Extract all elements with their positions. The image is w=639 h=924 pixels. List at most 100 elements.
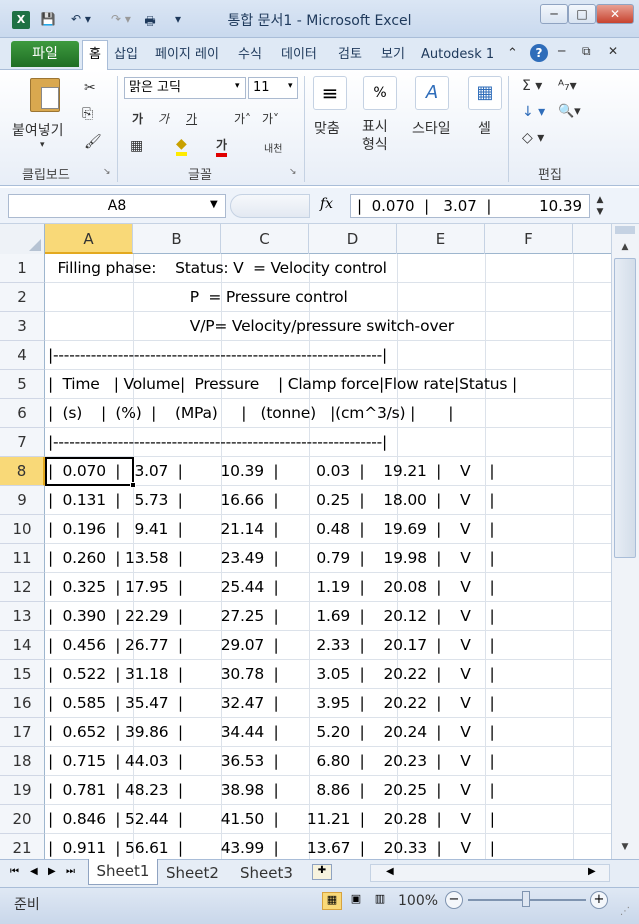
align-icon[interactable]: ≡ <box>313 76 347 110</box>
copy-icon[interactable]: ⎘ <box>82 106 93 122</box>
cell-text[interactable]: | 0.260 | 13.58 | 23.49 | 0.79 | 19.98 |… <box>48 544 495 573</box>
clipboard-launcher-icon[interactable]: ↘ <box>103 167 111 177</box>
tab-view[interactable]: 보기 <box>381 44 405 66</box>
chevron-down-icon[interactable]: ▾ <box>235 81 240 91</box>
font-name-select[interactable]: 맑은 고딕 <box>124 77 246 99</box>
scroll-up-icon[interactable]: ▲ <box>614 238 636 256</box>
row-header[interactable]: 1 <box>0 254 45 283</box>
font-color-icon[interactable]: 가 <box>216 136 228 157</box>
font-launcher-icon[interactable]: ↘ <box>289 167 297 177</box>
split-box[interactable] <box>615 226 635 234</box>
cell-text[interactable]: | Time | Volume| Pressure | Clamp force|… <box>48 370 517 399</box>
zoom-level[interactable]: 100% <box>398 893 438 909</box>
column-header-c[interactable]: C <box>221 224 309 254</box>
close-doc-icon[interactable]: ✕ <box>608 44 618 58</box>
close-button[interactable]: ✕ <box>596 4 634 24</box>
border-icon[interactable]: ▦ <box>130 138 143 154</box>
find-select-icon[interactable]: 🔍▾ <box>558 104 581 119</box>
cell-text[interactable]: | 0.196 | 9.41 | 21.14 | 0.48 | 19.69 | … <box>48 515 495 544</box>
scroll-left-icon[interactable]: ◀ <box>386 866 394 877</box>
column-header-a[interactable]: A <box>45 224 133 254</box>
ribbon-minimize-icon[interactable]: ⌃ <box>507 46 518 61</box>
italic-button[interactable]: 가 <box>158 110 169 127</box>
normal-view-icon[interactable]: ▦ <box>322 892 342 910</box>
cell-text[interactable]: | 0.846 | 52.44 | 41.50 | 11.21 | 20.28 … <box>48 805 495 834</box>
row-header[interactable]: 2 <box>0 283 45 312</box>
insert-sheet-icon[interactable]: ✚ <box>312 864 332 880</box>
restore-doc-icon[interactable]: ⧉ <box>582 44 591 59</box>
sheet-tab-sheet3[interactable]: Sheet3 <box>240 862 293 884</box>
shrink-font-button[interactable]: 가˅ <box>262 110 279 127</box>
cut-icon[interactable]: ✂ <box>84 80 96 96</box>
grow-font-button[interactable]: 가˄ <box>234 110 251 127</box>
cell-text[interactable]: | 0.585 | 35.47 | 32.47 | 3.95 | 20.22 |… <box>48 689 495 718</box>
tab-page-layout[interactable]: 페이지 레이 <box>155 44 231 66</box>
select-all-corner[interactable] <box>0 224 45 254</box>
styles-icon[interactable]: A <box>415 76 449 110</box>
fill-handle[interactable] <box>130 482 136 488</box>
phonetic-icon[interactable]: 내천 <box>264 140 282 155</box>
zoom-in-button[interactable]: + <box>590 891 608 909</box>
expand-formula-icon[interactable]: ▲ ▼ <box>592 194 608 218</box>
formula-input[interactable]: | 0.070 | 3.07 | 10.39 | <box>350 194 590 218</box>
cell-text[interactable]: | 0.652 | 39.86 | 34.44 | 5.20 | 20.24 |… <box>48 718 495 747</box>
bold-button[interactable]: 가 <box>132 110 143 127</box>
tab-review[interactable]: 검토 <box>338 44 362 66</box>
page-break-view-icon[interactable]: ▥ <box>370 892 390 910</box>
row-header[interactable]: 12 <box>0 573 45 602</box>
cell-text[interactable]: Filling phase: Status: V = Velocity cont… <box>48 254 386 283</box>
row-header[interactable]: 18 <box>0 747 45 776</box>
tab-data[interactable]: 데이터 <box>281 44 317 66</box>
underline-button[interactable]: 가 <box>186 110 197 127</box>
format-painter-icon[interactable]: 🖌 <box>84 134 102 150</box>
tab-file[interactable]: 파일 <box>11 41 79 67</box>
cell-text[interactable]: |---------------------------------------… <box>48 341 387 370</box>
row-header[interactable]: 7 <box>0 428 45 457</box>
sheet-tab-sheet1[interactable]: Sheet1 <box>88 859 158 885</box>
cell-text[interactable]: | (s) | (%) | (MPa) | (tonne) |(cm^3/s) … <box>48 399 453 428</box>
help-icon[interactable]: ? <box>530 44 548 62</box>
cell-text[interactable]: V/P= Velocity/pressure switch-over <box>48 312 454 341</box>
clear-icon[interactable]: ◇ ▾ <box>522 130 544 146</box>
column-header-d[interactable]: D <box>309 224 397 254</box>
number-format-button[interactable]: 표시 형식 <box>362 118 388 154</box>
column-header-b[interactable]: B <box>133 224 221 254</box>
zoom-out-button[interactable]: − <box>445 891 463 909</box>
horizontal-scrollbar[interactable] <box>370 864 610 882</box>
page-layout-view-icon[interactable]: ▣ <box>346 892 366 910</box>
sheet-nav-next-icon[interactable]: ▶ <box>48 866 56 877</box>
row-header[interactable]: 6 <box>0 399 45 428</box>
resize-grip[interactable]: ⋰ <box>620 906 630 917</box>
scroll-thumb[interactable] <box>614 258 636 558</box>
name-box[interactable]: A8 <box>8 194 226 218</box>
chevron-down-icon[interactable]: ▼ <box>210 199 218 210</box>
row-header[interactable]: 3 <box>0 312 45 341</box>
fill-icon[interactable]: ↓ ▾ <box>522 104 545 120</box>
cell-text[interactable]: | 0.715 | 44.03 | 36.53 | 6.80 | 20.23 |… <box>48 747 495 776</box>
paste-button[interactable]: 붙여넣기 <box>12 120 64 140</box>
minimize-doc-icon[interactable]: ─ <box>558 44 565 58</box>
row-header[interactable]: 20 <box>0 805 45 834</box>
sheet-nav-prev-icon[interactable]: ◀ <box>30 866 38 877</box>
tab-home[interactable]: 홈 <box>82 40 108 71</box>
row-header[interactable]: 14 <box>0 631 45 660</box>
sheet-tab-sheet2[interactable]: Sheet2 <box>166 862 219 884</box>
cell-text[interactable]: | 0.131 | 5.73 | 16.66 | 0.25 | 18.00 | … <box>48 486 495 515</box>
number-format-icon[interactable]: % <box>363 76 397 110</box>
row-header[interactable]: 17 <box>0 718 45 747</box>
cells-icon[interactable]: ▦ <box>468 76 502 110</box>
sheet-nav-first-icon[interactable]: ⏮ <box>10 866 19 877</box>
scroll-right-icon[interactable]: ▶ <box>588 866 596 877</box>
scroll-down-icon[interactable]: ▼ <box>614 838 636 856</box>
zoom-slider-thumb[interactable] <box>522 891 530 907</box>
active-cell-a8[interactable] <box>45 457 134 486</box>
row-header[interactable]: 11 <box>0 544 45 573</box>
cell-text[interactable]: | 0.390 | 22.29 | 27.25 | 1.69 | 20.12 |… <box>48 602 495 631</box>
column-header-f[interactable]: F <box>485 224 573 254</box>
fill-color-icon[interactable]: ◆ <box>176 136 187 156</box>
cell-text[interactable]: P = Pressure control <box>48 283 348 312</box>
tab-formulas[interactable]: 수식 <box>238 44 262 66</box>
row-header[interactable]: 9 <box>0 486 45 515</box>
cell-text[interactable]: | 0.456 | 26.77 | 29.07 | 2.33 | 20.17 |… <box>48 631 495 660</box>
row-header[interactable]: 15 <box>0 660 45 689</box>
